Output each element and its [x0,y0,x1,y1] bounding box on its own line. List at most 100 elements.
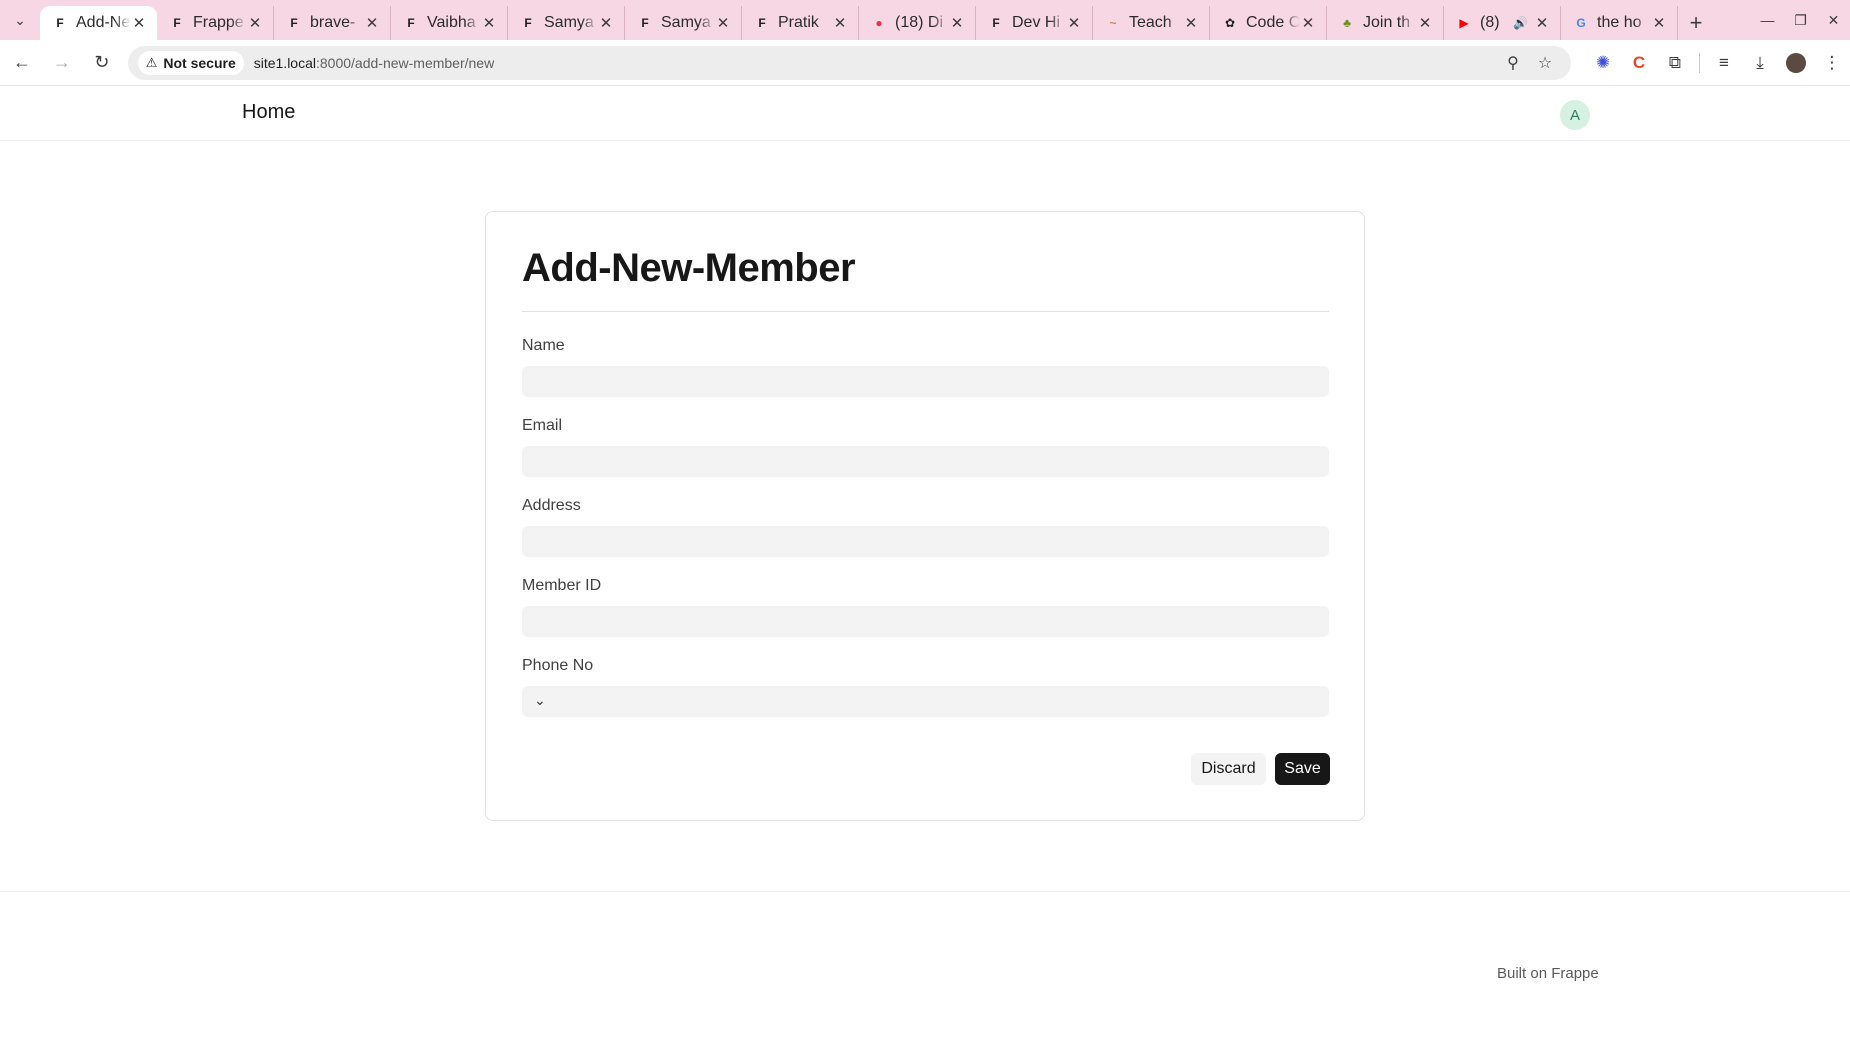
tab-title: Teach [1129,14,1172,31]
url-host: site1.local [253,54,316,71]
close-icon[interactable]: ✕ [1300,14,1316,32]
close-icon[interactable]: ✕ [1417,14,1433,32]
tab-title: Samya [661,14,711,31]
warning-icon: ⚠ [145,54,158,70]
app-icon: ● [875,16,883,30]
close-icon[interactable]: ✕ [598,14,614,32]
home-link[interactable]: Home [242,101,295,124]
browser-tab[interactable]: ♣ Join th ✕ [1327,6,1444,40]
tab-title: Add-New-Member [76,14,131,31]
download-icon[interactable]: ⤓ [1742,53,1778,73]
discard-button[interactable]: Discard [1191,753,1266,785]
close-icon[interactable]: ✕ [481,14,497,32]
phone-no-select[interactable]: ⌄ [522,686,1329,717]
speaker-icon[interactable]: 🔊 [1513,16,1528,30]
web-form-card: Add-New-Member Name Email Address Member… [485,211,1365,821]
frappe-icon: F [641,16,649,30]
window-controls: — ❐ ✕ [1751,0,1850,40]
page-title: Add-New-Member [522,246,856,290]
google-icon: G [1576,16,1586,30]
frappe-icon: F [407,16,415,30]
frappe-icon: F [173,16,181,30]
security-label: Not secure [163,54,236,71]
close-icon[interactable]: ✕ [949,14,965,32]
restore-icon[interactable]: ❐ [1784,12,1817,29]
kebab-menu-icon[interactable]: ⋮ [1814,53,1850,73]
url-text[interactable]: site1.local:8000/add-new-member/new [254,55,1497,71]
browser-tab[interactable]: ~ Teach ✕ [1093,6,1210,40]
browser-tab[interactable]: G the ho ✕ [1561,6,1678,40]
youtube-icon: ▶ [1459,16,1469,30]
browser-tab[interactable]: F Samya ✕ [625,6,742,40]
extension-c-icon[interactable]: C [1621,53,1657,73]
chevron-down-icon: ⌄ [534,692,546,708]
close-icon[interactable]: ✕ [1183,14,1199,32]
tab-title: (8) [1480,14,1500,31]
brush-icon: ~ [1109,16,1117,30]
close-icon[interactable]: ✕ [1534,14,1550,32]
browser-tab[interactable]: ▶ (8) 🔊 ✕ [1444,6,1561,40]
browser-toolbar: ← → ↻ ⚠ Not secure site1.local:8000/add-… [0,40,1850,86]
browser-tab[interactable]: F Frappe ✕ [157,6,274,40]
extensions-puzzle-icon[interactable]: ⧉ [1657,53,1693,73]
site-navbar: Home A [0,87,1850,141]
tab-title: Samya [544,14,594,31]
browser-tab[interactable]: F brave- ✕ [274,6,391,40]
tab-title: brave- [310,14,356,31]
email-input[interactable] [522,446,1329,477]
minimize-icon[interactable]: — [1751,12,1784,28]
tab-search-icon[interactable]: ⌄ [0,0,40,40]
browser-tab[interactable]: ✿ Code C ✕ [1210,6,1327,40]
frappe-icon: F [290,16,298,30]
tab-title: the ho [1597,14,1642,31]
back-icon[interactable]: ← [4,45,40,81]
forward-icon[interactable]: → [44,45,80,81]
address-label: Address [522,497,581,514]
zoom-icon[interactable]: ⚲ [1497,53,1529,73]
frappe-icon: F [758,16,766,30]
toolbar-divider [1699,52,1700,73]
save-button[interactable]: Save [1275,753,1330,785]
reload-icon[interactable]: ↻ [84,45,120,81]
frappe-icon: F [992,16,1000,30]
frappe-icon: F [56,16,64,30]
title-divider [522,311,1329,312]
tab-title: Code C [1246,14,1300,31]
tab-title: Vaibha [427,14,476,31]
extension-gear-icon[interactable]: ✺ [1585,53,1621,73]
close-window-icon[interactable]: ✕ [1817,12,1850,29]
url-path: :8000/add-new-member/new [316,54,495,71]
browser-tab[interactable]: F Add-New-Member ✕ [40,6,157,40]
game-icon: ♣ [1343,16,1351,30]
member-id-input[interactable] [522,606,1329,637]
media-control-icon[interactable]: ≡ [1706,53,1742,73]
close-icon[interactable]: ✕ [247,14,263,32]
tab-title: Frappe [193,14,244,31]
tab-title: Dev Hi [1012,14,1061,31]
openai-icon: ✿ [1224,16,1236,30]
close-icon[interactable]: ✕ [364,14,380,32]
frappe-icon: F [524,16,532,30]
close-icon[interactable]: ✕ [1066,14,1082,32]
security-chip[interactable]: ⚠ Not secure [137,50,244,75]
bookmark-star-icon[interactable]: ☆ [1529,53,1561,73]
user-avatar[interactable]: A [1560,100,1590,130]
browser-tab[interactable]: F Pratik ✕ [742,6,859,40]
close-icon[interactable]: ✕ [131,14,147,32]
browser-tab[interactable]: F Dev Hi ✕ [976,6,1093,40]
phone-no-label: Phone No [522,657,594,674]
name-input[interactable] [522,366,1329,397]
browser-tabstrip: ⌄ F Add-New-Member ✕ F Frappe ✕ F brave-… [0,0,1850,40]
browser-tab[interactable]: ● (18) Di ✕ [859,6,976,40]
close-icon[interactable]: ✕ [832,14,848,32]
address-bar[interactable]: ⚠ Not secure site1.local:8000/add-new-me… [127,45,1571,80]
close-icon[interactable]: ✕ [1651,14,1667,32]
close-icon[interactable]: ✕ [715,14,731,32]
built-on-frappe-link[interactable]: Built on Frappe [1497,965,1599,982]
browser-tab[interactable]: F Vaibha ✕ [391,6,508,40]
profile-avatar-icon[interactable] [1786,52,1806,73]
new-tab-button[interactable]: + [1678,6,1714,40]
address-input[interactable] [522,526,1329,557]
tab-title: Join th [1363,14,1411,31]
browser-tab[interactable]: F Samya ✕ [508,6,625,40]
